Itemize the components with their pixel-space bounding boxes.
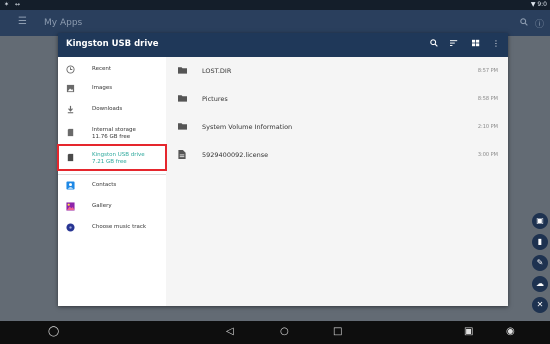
- back-icon[interactable]: ◁: [226, 326, 234, 337]
- drawer-item-contacts[interactable]: Contacts: [58, 176, 166, 196]
- download-icon: [66, 105, 75, 114]
- file-modified: 2:10 PM: [477, 124, 498, 130]
- drawer-item-label: Recent: [92, 66, 112, 72]
- status-bar: ✶ ↔ ▼ 9:0: [0, 0, 550, 10]
- camera-rotate-icon[interactable]: ▣: [464, 326, 473, 337]
- sort-icon[interactable]: [450, 39, 458, 49]
- search-icon[interactable]: [520, 18, 528, 28]
- recents-icon[interactable]: □: [333, 326, 342, 337]
- drawer-item-label: Contacts: [92, 182, 117, 188]
- info-icon[interactable]: ⓘ: [535, 17, 544, 30]
- drawer-item-recent[interactable]: Recent: [58, 60, 166, 80]
- edit-icon[interactable]: ✎: [532, 255, 548, 271]
- drawer-item-label: Choose music track: [92, 224, 147, 230]
- folder-icon: [178, 94, 187, 104]
- close-icon[interactable]: ✕: [532, 297, 548, 313]
- drawer-item-label: Gallery: [92, 203, 112, 209]
- image-icon: [66, 84, 75, 93]
- file-name: 5929400092.license: [202, 151, 269, 159]
- drawer-item-choose-music[interactable]: Choose music track: [58, 218, 166, 238]
- more-icon[interactable]: ⋮: [492, 39, 500, 48]
- file-row[interactable]: System Volume Information 2:10 PM: [166, 113, 508, 141]
- phone-storage-icon: [66, 128, 75, 137]
- drawer-divider: [58, 174, 166, 175]
- navigation-bar: ◯ ◁ ○ □ ▣ ◉: [0, 321, 550, 344]
- drawer-item-images[interactable]: Images: [58, 79, 166, 99]
- folder-icon: [178, 122, 187, 132]
- app-title: My Apps: [44, 18, 83, 28]
- file-modified: 8:58 PM: [477, 96, 498, 102]
- selection-highlight: [57, 144, 167, 171]
- file-name: Pictures: [202, 95, 228, 103]
- drawer-item-gallery[interactable]: Gallery: [58, 197, 166, 217]
- delete-icon[interactable]: ▮: [532, 234, 548, 250]
- screenshot-icon[interactable]: ▣: [532, 213, 548, 229]
- file-row[interactable]: Pictures 8:58 PM: [166, 85, 508, 113]
- dialog-title: Kingston USB drive: [66, 39, 159, 49]
- drawer-item-label: Internal storage: [92, 127, 136, 133]
- music-icon: [66, 223, 75, 232]
- file-row[interactable]: 5929400092.license 3:00 PM: [166, 141, 508, 169]
- file-list: LOST.DIR 8:57 PM Pictures 8:58 PM System…: [166, 57, 508, 306]
- contacts-icon: [66, 181, 75, 190]
- drawer-item-label: Images: [92, 85, 113, 91]
- file-name: LOST.DIR: [202, 67, 232, 75]
- file-icon: [178, 150, 186, 161]
- file-name: System Volume Information: [202, 123, 293, 131]
- grid-view-icon[interactable]: [472, 39, 480, 49]
- file-modified: 8:57 PM: [477, 68, 498, 74]
- home-icon[interactable]: ○: [280, 326, 289, 337]
- clock-icon: [66, 65, 75, 74]
- gallery-icon: [66, 202, 75, 211]
- file-row[interactable]: LOST.DIR 8:57 PM: [166, 57, 508, 85]
- dialog-toolbar: Kingston USB drive ⋮: [58, 33, 508, 57]
- drawer-item-free-space: 11.76 GB free: [92, 134, 131, 140]
- menu-icon[interactable]: ☰: [18, 16, 27, 27]
- upload-icon[interactable]: ☁: [532, 276, 548, 292]
- status-icons: ✶ ↔: [4, 1, 22, 8]
- drawer-item-internal-storage[interactable]: Internal storage 11.76 GB free: [58, 121, 166, 145]
- screenshot-icon[interactable]: ◉: [506, 326, 515, 337]
- drawer-item-downloads[interactable]: Downloads: [58, 100, 166, 120]
- status-clock: ▼ 9:0: [530, 1, 547, 8]
- shield-icon[interactable]: ◯: [48, 326, 59, 337]
- file-modified: 3:00 PM: [477, 152, 498, 158]
- drawer-item-label: Downloads: [92, 106, 123, 112]
- folder-icon: [178, 66, 187, 76]
- roots-drawer: Recent Images Downloads Internal storage…: [58, 57, 166, 306]
- search-icon[interactable]: [430, 39, 438, 49]
